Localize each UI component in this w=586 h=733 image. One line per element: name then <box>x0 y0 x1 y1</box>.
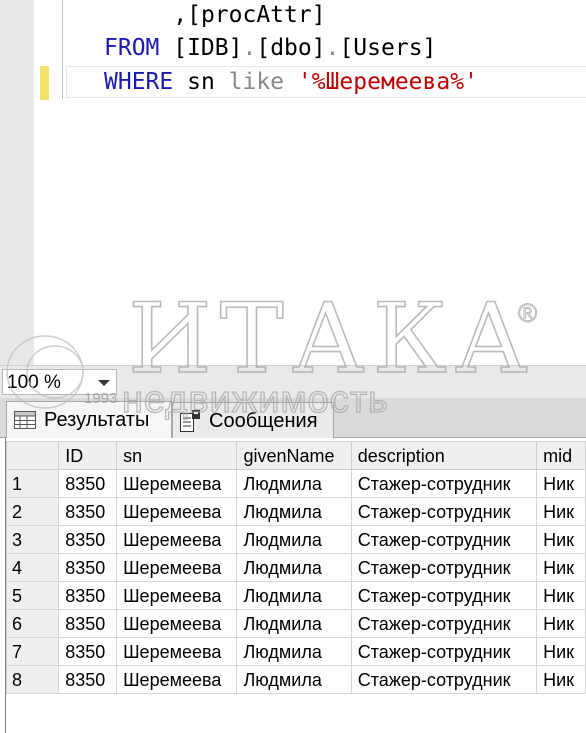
cell-sn[interactable]: Шеремеева <box>116 553 238 582</box>
cell-givenname[interactable]: Людмила <box>236 469 352 498</box>
zoom-bar: 100 % <box>0 365 586 398</box>
cell-sn[interactable]: Шеремеева <box>116 665 238 694</box>
cell-id[interactable]: 8350 <box>58 581 118 610</box>
column-header-id[interactable]: ID <box>58 441 118 470</box>
table-row[interactable]: 3 8350 Шеремеева Людмила Стажер-сотрудни… <box>5 525 586 554</box>
cell-givenname[interactable]: Людмила <box>236 637 352 666</box>
cell-id[interactable]: 8350 <box>58 637 118 666</box>
cell-givenname[interactable]: Людмила <box>236 665 352 694</box>
table-row[interactable]: 6 8350 Шеремеева Людмила Стажер-сотрудни… <box>5 609 586 638</box>
cell-sn[interactable]: Шеремеева <box>116 525 238 554</box>
cell-mid[interactable]: Ник <box>536 469 586 498</box>
results-grid[interactable]: ID sn givenName description mid 1 8350 Ш… <box>0 438 586 733</box>
row-number[interactable]: 7 <box>5 637 60 666</box>
code-text: sn <box>173 69 229 95</box>
column-header-mid[interactable]: mid <box>536 441 586 470</box>
keyword-from: FROM <box>104 35 160 61</box>
cell-sn[interactable]: Шеремеева <box>116 469 238 498</box>
row-number[interactable]: 2 <box>5 497 60 526</box>
chevron-down-icon[interactable] <box>98 380 110 386</box>
cell-mid[interactable]: Ник <box>536 497 586 526</box>
results-table[interactable]: ID sn givenName description mid 1 8350 Ш… <box>5 441 586 694</box>
indent-guide <box>62 0 63 99</box>
code-line-3[interactable]: WHERE sn like '%Шеремеева%' <box>104 67 478 97</box>
string-literal: '%Шеремеева%' <box>297 69 478 95</box>
header-corner[interactable] <box>5 441 60 470</box>
cell-description[interactable]: Стажер-сотрудник <box>350 525 538 554</box>
column-header-givenname[interactable]: givenName <box>236 441 352 470</box>
table-row[interactable]: 2 8350 Шеремеева Людмила Стажер-сотрудни… <box>5 497 586 526</box>
tab-results[interactable]: Результаты <box>6 401 172 439</box>
cell-id[interactable]: 8350 <box>58 609 118 638</box>
cell-description[interactable]: Стажер-сотрудник <box>350 469 538 498</box>
tab-messages-label: Сообщения <box>209 410 318 432</box>
code-dot: . <box>242 35 257 61</box>
cell-description[interactable]: Стажер-сотрудник <box>350 581 538 610</box>
cell-description[interactable]: Стажер-сотрудник <box>350 665 538 694</box>
tab-messages[interactable]: Сообщения <box>172 402 334 438</box>
cell-givenname[interactable]: Людмила <box>236 581 352 610</box>
cell-mid[interactable]: Ник <box>536 665 586 694</box>
code-text: ,[procAttr] <box>173 2 326 28</box>
cell-mid[interactable]: Ник <box>536 609 586 638</box>
cell-id[interactable]: 8350 <box>58 525 118 554</box>
cell-sn[interactable]: Шеремеева <box>116 637 238 666</box>
table-row[interactable]: 5 8350 Шеремеева Людмила Стажер-сотрудни… <box>5 581 586 610</box>
zoom-value: 100 % <box>7 372 61 393</box>
code-line-1[interactable]: ,[procAttr] <box>104 0 326 30</box>
code-text: [Users] <box>339 35 437 61</box>
row-number[interactable]: 6 <box>5 609 60 638</box>
cell-description[interactable]: Стажер-сотрудник <box>350 609 538 638</box>
code-text: [dbo] <box>256 35 326 61</box>
zoom-select[interactable]: 100 % <box>2 369 117 395</box>
cell-id[interactable]: 8350 <box>58 553 118 582</box>
tab-results-label: Результаты <box>44 409 150 431</box>
row-number[interactable]: 4 <box>5 553 60 582</box>
row-number[interactable]: 5 <box>5 581 60 610</box>
header-row: ID sn givenName description mid <box>5 441 586 470</box>
change-marker <box>40 66 49 100</box>
table-row[interactable]: 4 8350 Шеремеева Людмила Стажер-сотрудни… <box>5 553 586 582</box>
cell-givenname[interactable]: Людмила <box>236 553 352 582</box>
cell-description[interactable]: Стажер-сотрудник <box>350 553 538 582</box>
editor-gutter <box>0 0 34 365</box>
code-text: [IDB] <box>159 35 243 61</box>
cell-mid[interactable]: Ник <box>536 637 586 666</box>
column-header-sn[interactable]: sn <box>116 441 238 470</box>
code-line-2[interactable]: FROM [IDB].[dbo].[Users] <box>104 33 436 63</box>
cell-sn[interactable]: Шеремеева <box>116 609 238 638</box>
grid-icon <box>14 411 36 429</box>
cell-mid[interactable]: Ник <box>536 581 586 610</box>
cell-description[interactable]: Стажер-сотрудник <box>350 497 538 526</box>
cell-id[interactable]: 8350 <box>58 665 118 694</box>
table-row[interactable]: 7 8350 Шеремеева Людмила Стажер-сотрудни… <box>5 637 586 666</box>
keyword-where: WHERE <box>104 69 174 95</box>
code-dot: . <box>325 35 340 61</box>
row-number[interactable]: 3 <box>5 525 60 554</box>
cell-id[interactable]: 8350 <box>58 497 118 526</box>
cell-givenname[interactable]: Людмила <box>236 609 352 638</box>
cell-sn[interactable]: Шеремеева <box>116 497 238 526</box>
cell-sn[interactable]: Шеремеева <box>116 581 238 610</box>
table-row[interactable]: 8 8350 Шеремеева Людмила Стажер-сотрудни… <box>5 665 586 694</box>
cell-givenname[interactable]: Людмила <box>236 525 352 554</box>
cell-mid[interactable]: Ник <box>536 553 586 582</box>
cell-id[interactable]: 8350 <box>58 469 118 498</box>
table-row[interactable]: 1 8350 Шеремеева Людмила Стажер-сотрудни… <box>5 469 586 498</box>
messages-icon <box>180 410 200 432</box>
cell-mid[interactable]: Ник <box>536 525 586 554</box>
cell-givenname[interactable]: Людмила <box>236 497 352 526</box>
cell-description[interactable]: Стажер-сотрудник <box>350 637 538 666</box>
row-number[interactable]: 1 <box>5 469 60 498</box>
results-tab-strip: Результаты Сообщения <box>0 398 586 439</box>
operator-like: like <box>228 69 285 95</box>
column-header-description[interactable]: description <box>350 441 538 470</box>
query-editor[interactable]: ,[procAttr] FROM [IDB].[dbo].[Users] WHE… <box>0 0 586 365</box>
row-number[interactable]: 8 <box>5 665 60 694</box>
